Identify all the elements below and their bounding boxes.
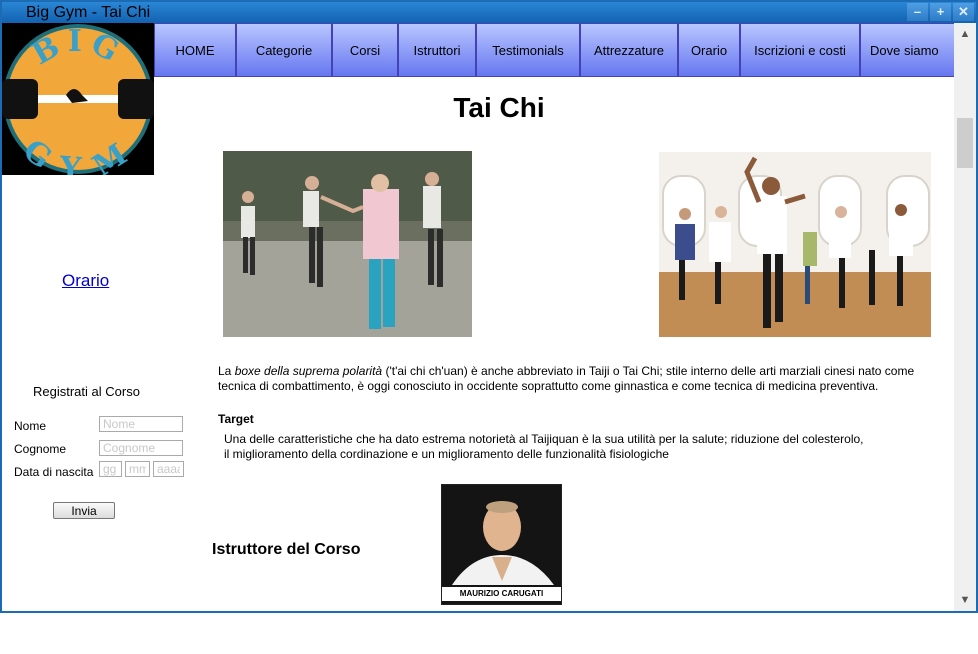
nome-input[interactable] — [99, 416, 183, 432]
scroll-up-icon[interactable]: ▲ — [954, 25, 976, 43]
target-heading: Target — [218, 412, 254, 426]
cognome-input[interactable] — [99, 440, 183, 456]
window-title: Big Gym - Tai Chi — [26, 4, 151, 21]
vertical-scrollbar[interactable]: ▲ ▼ — [954, 23, 976, 611]
birth-month-input[interactable] — [125, 461, 150, 477]
minimize-icon[interactable]: – — [907, 3, 928, 21]
instructor-name: MAURIZIO CARUGATI — [442, 587, 561, 601]
scroll-down-icon[interactable]: ▼ — [954, 591, 976, 609]
cognome-label: Cognome — [14, 442, 67, 456]
data-nascita-label: Data di nascita — [14, 465, 94, 479]
desc-italic: boxe della suprema polarità — [234, 364, 383, 378]
instructor-heading: Istruttore del Corso — [212, 541, 361, 558]
birth-year-input[interactable] — [153, 461, 184, 477]
nav-iscrizioni[interactable]: Iscrizioni e costi — [740, 23, 860, 77]
close-icon[interactable]: ✕ — [953, 3, 974, 21]
title-bar: Big Gym - Tai Chi – + ✕ — [2, 2, 976, 23]
orario-link[interactable]: Orario — [62, 271, 109, 291]
nav-istruttori[interactable]: Istruttori — [398, 23, 476, 77]
nav-home[interactable]: HOME — [154, 23, 236, 77]
scrollbar-thumb[interactable] — [957, 118, 973, 168]
nav-dove-siamo[interactable]: Dove siamo — [860, 23, 956, 77]
main-nav: HOME Categorie Corsi Istruttori Testimon… — [154, 23, 956, 79]
tai-chi-park-photo — [223, 151, 472, 337]
registration-title: Registrati al Corso — [33, 384, 140, 399]
nav-orario[interactable]: Orario — [678, 23, 740, 77]
instructor-photo: MAURIZIO CARUGATI — [441, 484, 562, 605]
course-description: La boxe della suprema polarità ('t'ai ch… — [218, 364, 938, 394]
nav-testimonials[interactable]: Testimonials — [476, 23, 580, 77]
page-title: Tai Chi — [453, 92, 545, 123]
target-line-1: Una delle caratteristiche che ha dato es… — [224, 432, 864, 446]
nav-corsi[interactable]: Corsi — [332, 23, 398, 77]
nav-attrezzature[interactable]: Attrezzature — [580, 23, 678, 77]
tai-chi-studio-photo — [659, 152, 931, 337]
nome-label: Nome — [14, 419, 47, 433]
target-line-2: il miglioramento della cordinazione e un… — [224, 447, 669, 461]
big-gym-logo[interactable]: BIG GYM — [2, 23, 154, 187]
birth-day-input[interactable] — [99, 461, 122, 477]
submit-button[interactable]: Invia — [53, 502, 115, 519]
target-text: Una delle caratteristiche che ha dato es… — [224, 432, 924, 462]
logo-graphic: BIG GYM — [2, 24, 154, 187]
maximize-icon[interactable]: + — [930, 3, 951, 21]
desc-pre: La — [218, 364, 235, 378]
nav-categorie[interactable]: Categorie — [236, 23, 332, 77]
